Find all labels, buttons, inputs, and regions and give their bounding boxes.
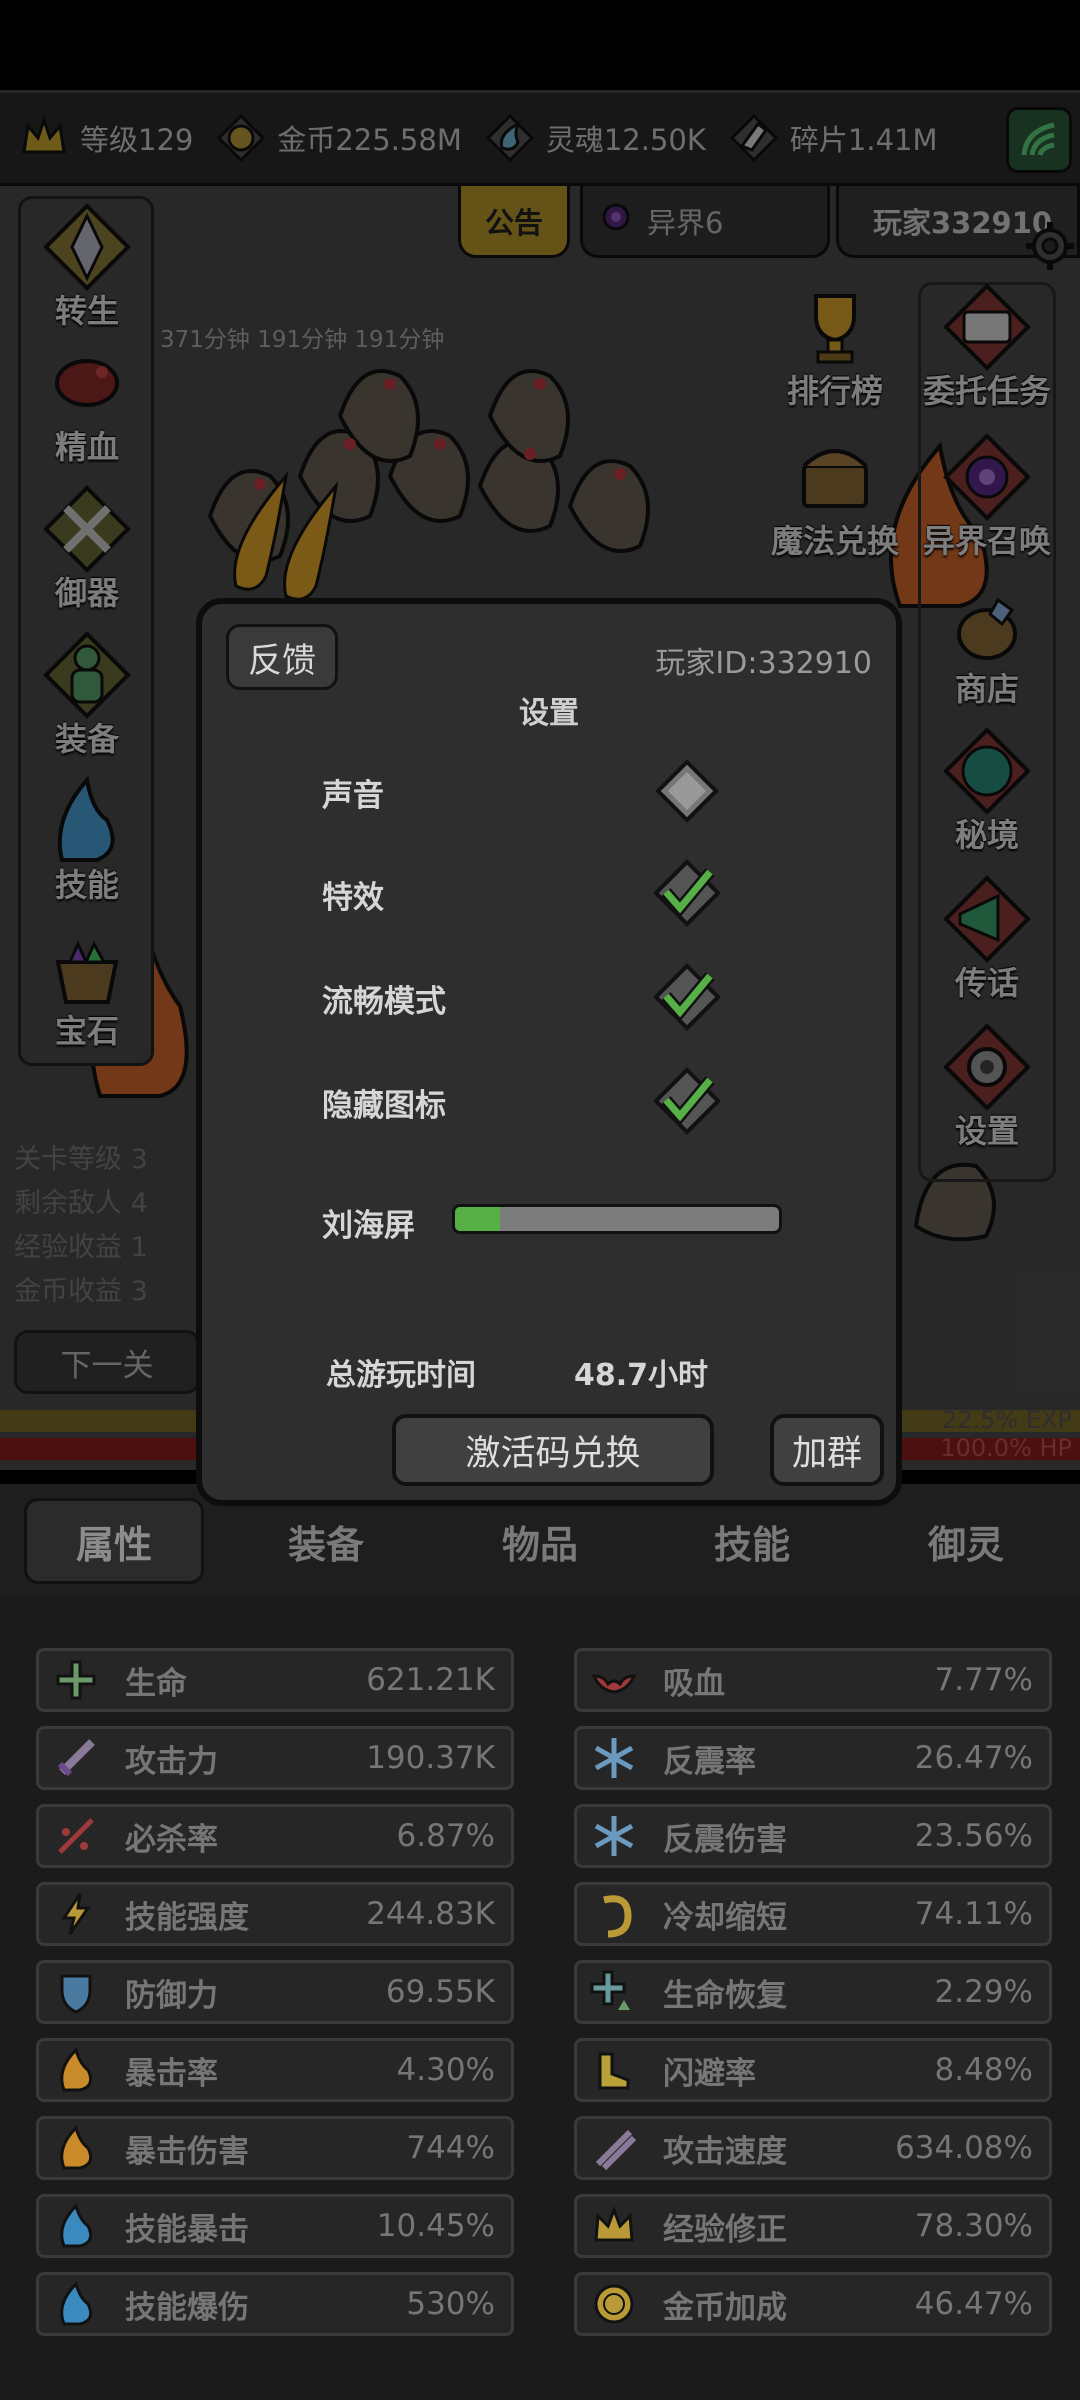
slash-icon (45, 1807, 107, 1865)
attribute-row[interactable]: 冷却缩短 74.11% (574, 1882, 1052, 1946)
life-cross-icon (45, 1651, 107, 1709)
attribute-value: 10.45% (376, 2208, 495, 2244)
fire-icon (45, 2041, 107, 2099)
sound-checkbox[interactable] (652, 756, 722, 826)
notch-label: 刘海屏 (322, 1208, 415, 1244)
attribute-row[interactable]: 生命 621.21K (36, 1648, 514, 1712)
fire-icon (45, 2119, 107, 2177)
attribute-value: 244.83K (366, 1896, 495, 1932)
tab-skills[interactable]: 技能 (662, 1498, 842, 1584)
attribute-name: 生命 (125, 1665, 187, 1702)
shield-icon (45, 1963, 107, 2021)
twin-swords-icon (583, 2119, 645, 2177)
dialog-title: 设置 (519, 696, 579, 731)
attribute-value: 530% (406, 2286, 495, 2322)
attribute-value: 190.37K (366, 1740, 495, 1776)
attribute-name: 技能暴击 (125, 2211, 249, 2248)
attribute-name: 暴击伤害 (125, 2133, 249, 2170)
attribute-row[interactable]: 反震伤害 23.56% (574, 1804, 1052, 1868)
attribute-row[interactable]: 攻击力 190.37K (36, 1726, 514, 1790)
attribute-name: 技能强度 (125, 1899, 249, 1936)
tab-attributes[interactable]: 属性 (24, 1498, 204, 1584)
playtime-label: 总游玩时间 (326, 1358, 476, 1393)
frost-icon (583, 1807, 645, 1865)
attribute-value: 6.87% (396, 1818, 495, 1854)
attribute-row[interactable]: 防御力 69.55K (36, 1960, 514, 2024)
sword-icon (45, 1729, 107, 1787)
bat-icon (583, 1651, 645, 1709)
attribute-row[interactable]: 闪避率 8.48% (574, 2038, 1052, 2102)
attribute-value: 69.55K (385, 1974, 495, 2010)
player-id: 玩家ID:332910 (655, 646, 872, 681)
crown-icon (583, 2197, 645, 2255)
effects-checkbox[interactable] (652, 858, 722, 928)
attribute-name: 必杀率 (125, 1821, 218, 1858)
blue-fire-icon (45, 2275, 107, 2333)
attribute-row[interactable]: 吸血 7.77% (574, 1648, 1052, 1712)
attribute-row[interactable]: 暴击率 4.30% (36, 2038, 514, 2102)
redeem-code-button[interactable]: 激活码兑换 (392, 1414, 714, 1486)
boot-icon (583, 2041, 645, 2099)
attribute-row[interactable]: 技能暴击 10.45% (36, 2194, 514, 2258)
tab-spirits[interactable]: 御灵 (876, 1498, 1056, 1584)
attribute-value: 74.11% (914, 1896, 1033, 1932)
game-screen: 等级129 金币225.58M 灵魂12.50K 碎片1.41M 公告 异界6 … (0, 0, 1080, 2400)
option-effects-label: 特效 (322, 880, 384, 916)
attribute-row[interactable]: 必杀率 6.87% (36, 1804, 514, 1868)
attribute-value: 23.56% (914, 1818, 1033, 1854)
attribute-name: 防御力 (125, 1977, 218, 2014)
attribute-name: 金币加成 (663, 2289, 787, 2326)
attribute-row[interactable]: 经验修正 78.30% (574, 2194, 1052, 2258)
attribute-name: 技能爆伤 (125, 2289, 249, 2326)
attribute-value: 4.30% (396, 2052, 495, 2088)
join-group-button[interactable]: 加群 (770, 1414, 884, 1486)
tab-items[interactable]: 物品 (450, 1498, 630, 1584)
notch-slider[interactable] (452, 1204, 782, 1234)
option-sound-label: 声音 (322, 778, 384, 814)
attribute-row[interactable]: 暴击伤害 744% (36, 2116, 514, 2180)
regen-icon (583, 1963, 645, 2021)
attribute-value: 621.21K (366, 1662, 495, 1698)
attribute-name: 闪避率 (663, 2055, 756, 2092)
attribute-value: 78.30% (914, 2208, 1033, 2244)
attribute-value: 8.48% (934, 2052, 1033, 2088)
attribute-value: 7.77% (934, 1662, 1033, 1698)
attribute-row[interactable]: 生命恢复 2.29% (574, 1960, 1052, 2024)
attribute-name: 冷却缩短 (663, 1899, 787, 1936)
attribute-value: 2.29% (934, 1974, 1033, 2010)
attribute-name: 经验修正 (663, 2211, 787, 2248)
attribute-name: 吸血 (663, 1665, 725, 1702)
attribute-name: 攻击速度 (663, 2133, 787, 2170)
feedback-button[interactable]: 反馈 (226, 624, 338, 690)
attribute-row[interactable]: 金币加成 46.47% (574, 2272, 1052, 2336)
tab-equipment[interactable]: 装备 (236, 1498, 416, 1584)
attribute-row[interactable]: 攻击速度 634.08% (574, 2116, 1052, 2180)
blue-fire-icon (45, 2197, 107, 2255)
attribute-name: 反震率 (663, 1743, 756, 1780)
attribute-value: 26.47% (914, 1740, 1033, 1776)
attribute-value: 744% (406, 2130, 495, 2166)
attribute-value: 634.08% (895, 2130, 1033, 2166)
option-smooth-label: 流畅模式 (322, 984, 446, 1020)
notch-slider-fill (455, 1207, 501, 1231)
gold-coin-icon (583, 2275, 645, 2333)
attribute-name: 生命恢复 (663, 1977, 787, 2014)
option-hide-icons-label: 隐藏图标 (322, 1088, 446, 1124)
attribute-name: 攻击力 (125, 1743, 218, 1780)
attribute-name: 暴击率 (125, 2055, 218, 2092)
attribute-row[interactable]: 技能强度 244.83K (36, 1882, 514, 1946)
attribute-value: 46.47% (914, 2286, 1033, 2322)
attribute-name: 反震伤害 (663, 1821, 787, 1858)
cooldown-icon (583, 1885, 645, 1943)
attribute-row[interactable]: 技能爆伤 530% (36, 2272, 514, 2336)
frost-icon (583, 1729, 645, 1787)
hide-icons-checkbox[interactable] (652, 1066, 722, 1136)
smooth-mode-checkbox[interactable] (652, 962, 722, 1032)
attribute-row[interactable]: 反震率 26.47% (574, 1726, 1052, 1790)
lightning-icon (45, 1885, 107, 1943)
playtime-value: 48.7小时 (574, 1358, 709, 1393)
settings-dialog: 反馈 玩家ID:332910 设置 声音 特效 流畅模式 隐藏图标 刘海屏 总游… (196, 598, 902, 1506)
attribute-panel: 生命 621.21K 攻击力 190.37K 必杀率 6.87% 技能强度 244.83K 防御… (0, 1598, 1080, 2400)
